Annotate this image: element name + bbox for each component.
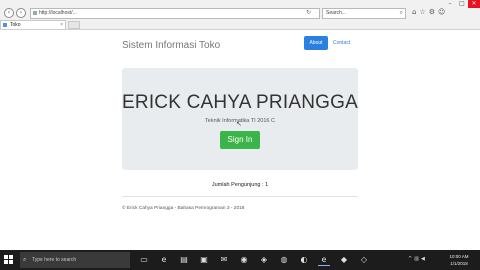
smiley-icon[interactable]: ☺: [438, 8, 448, 16]
star-icon[interactable]: ☆: [419, 8, 428, 16]
footer-text: © Erick Cahya Priangga - Bahasa Pemrogra…: [122, 206, 245, 211]
tab-close-icon[interactable]: ×: [60, 21, 63, 29]
tab-title: Toko: [10, 22, 21, 28]
window-controls: – □ ✕: [444, 0, 480, 8]
ie-icon[interactable]: e: [318, 254, 330, 266]
jumbotron: ERICK CAHYA PRIANGGA Teknik Informatika …: [122, 68, 358, 170]
forward-icon[interactable]: ›: [16, 8, 26, 18]
back-icon[interactable]: ‹: [4, 8, 14, 18]
system-tray: ^▥◀: [408, 256, 427, 262]
about-button[interactable]: About: [304, 36, 328, 50]
app-icon[interactable]: ◈: [258, 254, 270, 266]
windows-start-icon[interactable]: [4, 255, 14, 265]
clock-date: 1/1/2018: [450, 261, 468, 266]
toolbar-icons: ⌂☆⚙☺: [412, 8, 448, 16]
clock-time: 10:00 AM: [449, 254, 469, 259]
tab-toko[interactable]: Toko ×: [0, 20, 66, 29]
tab-favicon-icon: [3, 23, 7, 27]
app-icon[interactable]: ◍: [278, 254, 290, 266]
taskbar-search-icon: ⌕: [23, 257, 27, 263]
divider: [122, 196, 358, 197]
task-view-icon[interactable]: ▭: [138, 254, 150, 266]
site-favicon-icon: [33, 11, 37, 15]
search-input[interactable]: Search... ⌕: [322, 8, 406, 19]
address-actions: ↻: [306, 9, 313, 16]
store-icon[interactable]: ▣: [198, 254, 210, 266]
network-icon[interactable]: ▥: [414, 256, 421, 262]
page-content: Sistem Informasi Toko About Contact ERIC…: [0, 30, 480, 250]
address-text: http://localhost/...: [39, 10, 77, 16]
taskbar-search-placeholder: Type here to search: [32, 257, 77, 263]
address-bar[interactable]: http://localhost/...: [30, 8, 320, 19]
screen: ‹ › http://localhost/... ↻ Search... ⌕ ⌂…: [0, 0, 480, 270]
taskbar: ⌕ Type here to search ▭ e ▤ ▣ ✉ ◉ ◈ ◍ ◐ …: [0, 250, 480, 270]
taskbar-search-input[interactable]: ⌕ Type here to search: [20, 252, 130, 268]
app-icon[interactable]: ◉: [238, 254, 250, 266]
maximize-button[interactable]: □: [456, 0, 468, 8]
volume-icon[interactable]: ◀: [421, 256, 427, 262]
app-icon[interactable]: ◐: [298, 254, 310, 266]
close-button[interactable]: ✕: [468, 0, 480, 8]
signin-button[interactable]: Sign In: [220, 131, 260, 149]
mouse-cursor-icon: ↖: [236, 120, 242, 128]
visitor-count: Jumlah Pengunjung : 1: [211, 182, 269, 188]
taskbar-clock[interactable]: 10:00 AM 1/1/2018: [446, 253, 472, 267]
contact-link[interactable]: Contact: [333, 40, 350, 46]
refresh-icon[interactable]: ↻: [306, 9, 313, 16]
app-icon[interactable]: ◇: [358, 254, 370, 266]
edge-icon[interactable]: e: [158, 254, 170, 266]
search-icon: ⌕: [399, 10, 403, 16]
brand-title[interactable]: Sistem Informasi Toko: [122, 40, 220, 51]
mail-icon[interactable]: ✉: [218, 254, 230, 266]
new-tab-button[interactable]: [68, 21, 80, 29]
minimize-button[interactable]: –: [444, 0, 456, 8]
gear-icon[interactable]: ⚙: [429, 8, 438, 16]
jumbotron-title: ERICK CAHYA PRIANGGA: [122, 92, 358, 113]
folder-icon[interactable]: ▤: [178, 254, 190, 266]
browser-chrome: ‹ › http://localhost/... ↻ Search... ⌕ ⌂…: [0, 0, 480, 30]
app-icon[interactable]: ◆: [338, 254, 350, 266]
search-placeholder: Search...: [326, 10, 347, 16]
